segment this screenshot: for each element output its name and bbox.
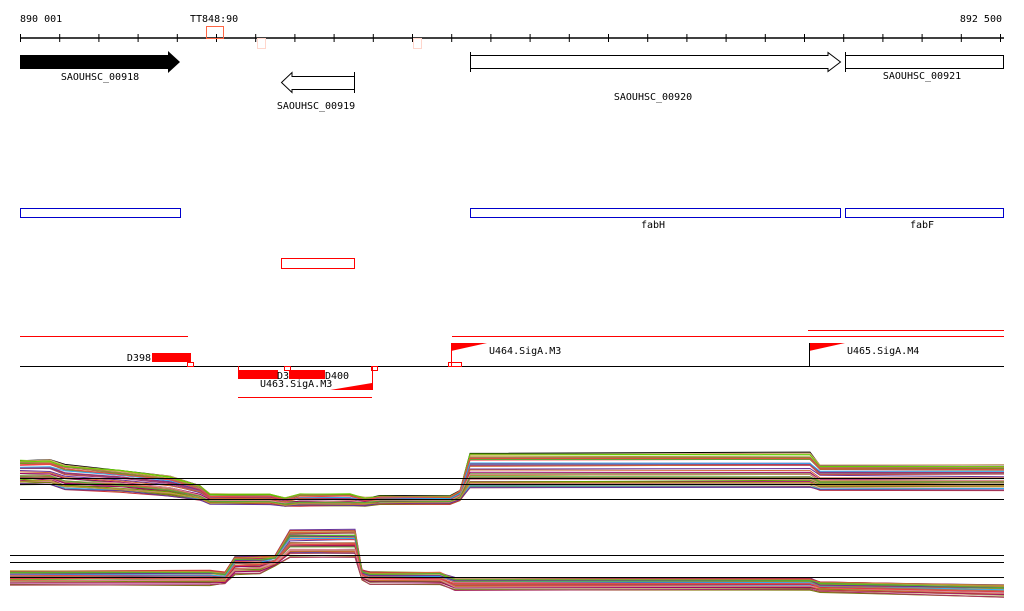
expression-panel-2 [9, 528, 1005, 598]
red-region-box[interactable] [281, 258, 355, 269]
expression-panel-1 [19, 451, 1005, 507]
gene-label: SAOUHSC_00921 [883, 71, 961, 82]
faint-marker[interactable] [257, 38, 266, 49]
annotation-box-fabF[interactable] [845, 208, 1004, 218]
gene-SAOUHSC_00920[interactable]: SAOUHSC_00920 [470, 51, 842, 103]
u464-promoter-flag[interactable] [451, 343, 487, 351]
annotation-box[interactable] [20, 208, 181, 218]
u465-promoter-flag[interactable] [809, 343, 845, 351]
ruler-start-label: 890 001 [20, 14, 62, 25]
u464-label: U464.SigA.M3 [489, 346, 561, 357]
terminator-marker[interactable] [206, 26, 224, 39]
fabH-label: fabH [641, 220, 665, 231]
d399-block[interactable] [238, 370, 278, 379]
coordinate-ruler: 890 001 892 500 TT848:90 [20, 14, 1004, 49]
gene-label: SAOUHSC_00918 [61, 72, 139, 83]
gene-label: SAOUHSC_00920 [614, 92, 692, 103]
genome-browser-canvas[interactable]: 890 001 892 500 TT848:90 SAOUHSC_00918 S… [0, 0, 1024, 611]
d398-block[interactable] [152, 353, 191, 362]
gene-SAOUHSC_00921[interactable]: SAOUHSC_00921 [845, 52, 1004, 82]
gene-label: SAOUHSC_00919 [277, 101, 355, 112]
expression-trace [9, 528, 1005, 586]
annotation-track: fabH fabF [20, 208, 1004, 269]
u463-label: U463.SigA.M3 [260, 379, 332, 390]
d398-label: D398 [127, 353, 151, 364]
annotation-box-fabH[interactable] [470, 208, 841, 218]
ruler-end-label: 892 500 [960, 14, 1002, 25]
gene-SAOUHSC_00919[interactable]: SAOUHSC_00919 [277, 71, 355, 112]
u463-promoter-flag[interactable] [330, 383, 372, 390]
gene-SAOUHSC_00918[interactable]: SAOUHSC_00918 [20, 51, 180, 83]
feature-track: D398 D3 D400 U463.SigA.M3 U464.SigA.M3 U… [20, 330, 1004, 398]
d400-block[interactable] [289, 370, 325, 379]
fabF-label: fabF [910, 220, 934, 231]
terminator-label: TT848:90 [190, 14, 238, 25]
u465-label: U465.SigA.M4 [847, 346, 919, 357]
faint-marker[interactable] [413, 38, 422, 49]
